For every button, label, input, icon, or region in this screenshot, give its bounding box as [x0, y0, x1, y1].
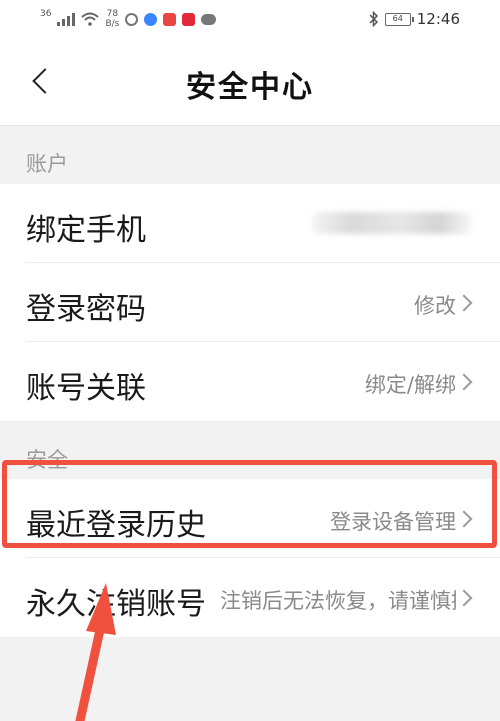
annotation-arrow-icon — [75, 583, 116, 721]
